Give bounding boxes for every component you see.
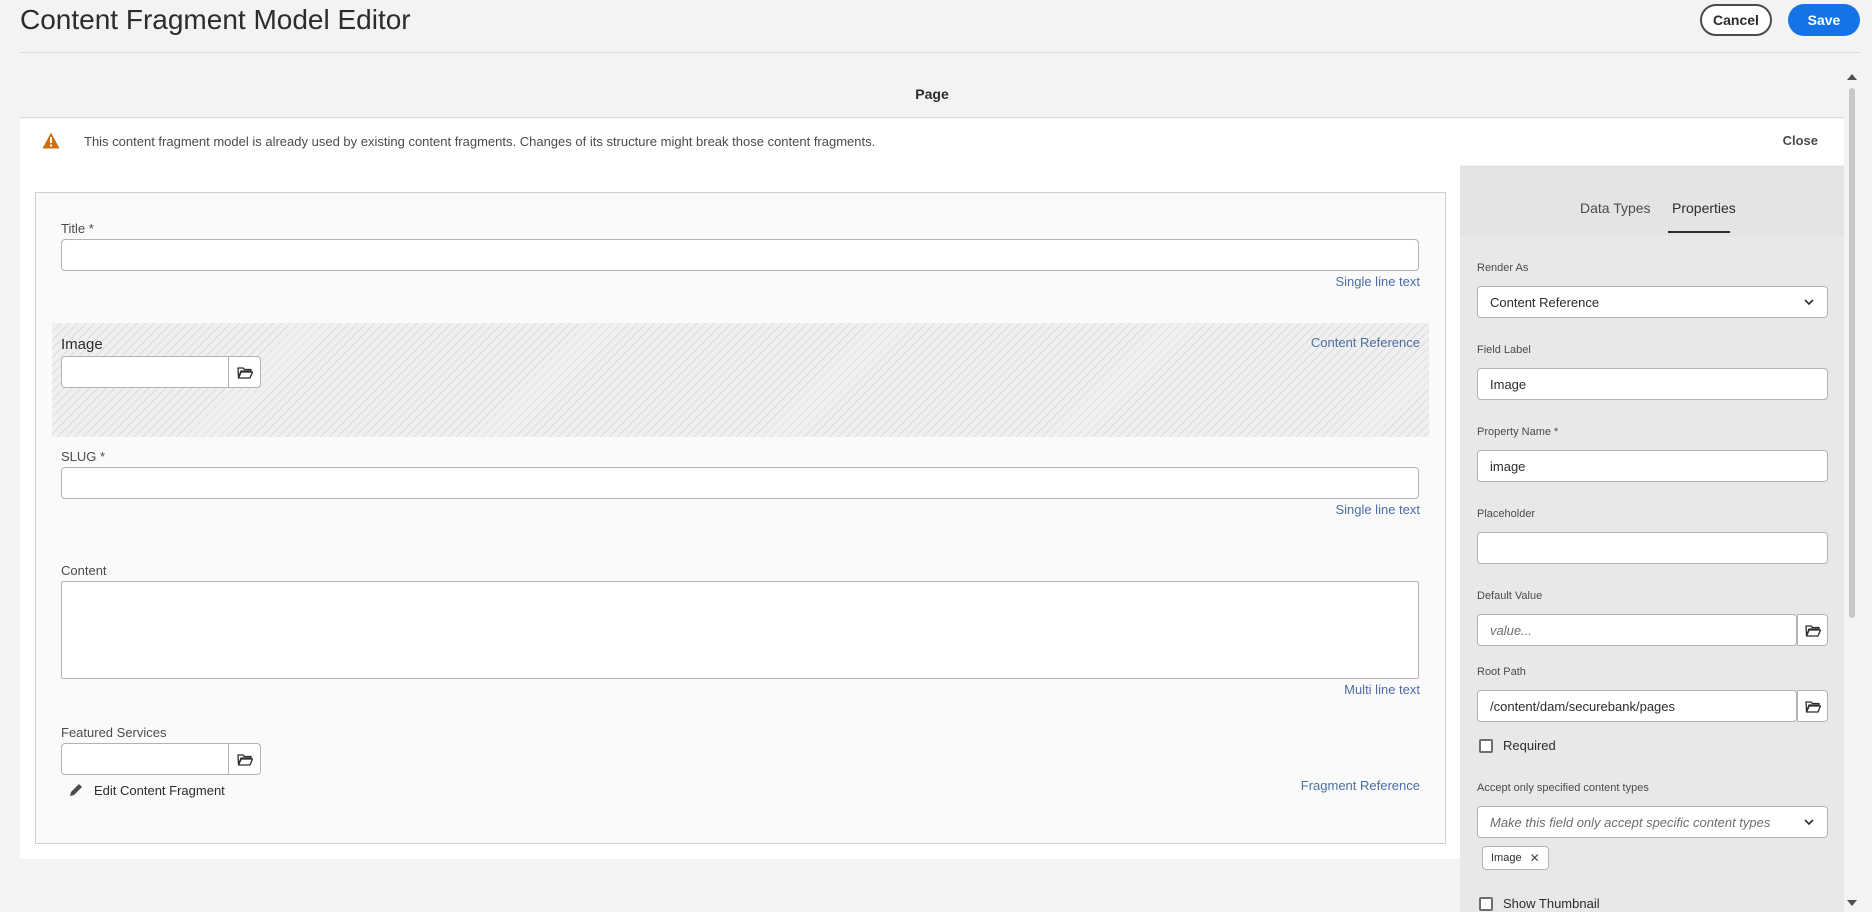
render-as-label: Render As [1477, 262, 1529, 274]
remove-tag-icon[interactable]: ✕ [1530, 851, 1540, 865]
root-path-label: Root Path [1477, 666, 1526, 678]
required-label: Required [1503, 738, 1556, 753]
default-value-input[interactable]: value... [1477, 614, 1797, 646]
slug-field-preview[interactable] [61, 467, 1419, 499]
chevron-down-icon [1804, 819, 1814, 826]
required-checkbox-box[interactable] [1479, 738, 1493, 753]
model-name: Page [915, 86, 949, 102]
scrollbar-thumb[interactable] [1849, 88, 1855, 618]
image-field-label: Image [61, 336, 103, 353]
cancel-button[interactable]: Cancel [1700, 4, 1772, 36]
required-checkbox[interactable]: Required [1479, 738, 1556, 753]
accept-types-label: Accept only specified content types [1477, 782, 1649, 794]
featured-field-label: Featured Services [61, 725, 167, 740]
edit-content-fragment-label: Edit Content Fragment [94, 782, 225, 798]
image-field-preview[interactable] [61, 356, 229, 388]
folder-icon [236, 366, 253, 379]
tab-data-types[interactable]: Data Types [1580, 200, 1651, 216]
panel-tabs-bar [1460, 166, 1844, 236]
page-scrollbar[interactable] [1846, 70, 1858, 912]
show-thumbnail-checkbox-box[interactable] [1479, 896, 1493, 911]
accept-types-placeholder: Make this field only accept specific con… [1490, 814, 1771, 830]
chevron-down-icon [1804, 299, 1814, 306]
header: Content Fragment Model Editor Cancel Sav… [0, 0, 1872, 53]
scroll-down-icon[interactable] [1847, 900, 1857, 906]
content-type-tag: Image ✕ [1482, 846, 1549, 870]
edit-content-fragment-link[interactable]: Edit Content Fragment [68, 782, 225, 798]
field-label-input[interactable]: Image [1477, 368, 1828, 400]
pencil-icon [70, 784, 82, 796]
title-field-label: Title * [61, 221, 94, 236]
show-thumbnail-label: Show Thumbnail [1503, 896, 1600, 911]
header-divider [20, 52, 1860, 53]
image-field-type: Content Reference [1310, 335, 1420, 350]
tab-properties[interactable]: Properties [1672, 200, 1736, 216]
property-name-label: Property Name * [1477, 426, 1559, 438]
default-value-label: Default Value [1477, 590, 1543, 602]
title-field-preview[interactable] [61, 239, 1419, 271]
title-field-type: Single line text [1335, 274, 1420, 289]
accept-types-select[interactable]: Make this field only accept specific con… [1477, 806, 1828, 838]
render-as-select[interactable]: Content Reference [1477, 286, 1828, 318]
content-field-label: Content [61, 563, 107, 578]
property-name-input[interactable]: image [1477, 450, 1828, 482]
alert-close-button[interactable]: Close [1783, 133, 1818, 148]
warning-alert: This content fragment model is already u… [20, 119, 1844, 165]
slug-field-label: SLUG * [61, 449, 106, 464]
content-type-tag-label: Image [1491, 852, 1522, 864]
image-browse-button[interactable] [229, 356, 261, 388]
scroll-up-icon[interactable] [1847, 74, 1857, 80]
warning-icon [42, 132, 60, 149]
render-as-value: Content Reference [1490, 294, 1600, 310]
model-name-bar: Page [20, 62, 1844, 118]
page-title: Content Fragment Model Editor [20, 4, 411, 35]
field-label-label: Field Label [1477, 344, 1531, 356]
featured-field-preview[interactable] [61, 743, 229, 775]
featured-browse-button[interactable] [229, 743, 261, 775]
placeholder-label: Placeholder [1477, 508, 1536, 520]
active-tab-indicator [1668, 231, 1730, 233]
folder-icon [236, 753, 253, 766]
folder-icon [1804, 700, 1821, 713]
featured-field-type: Fragment Reference [1300, 778, 1420, 793]
show-thumbnail-checkbox[interactable]: Show Thumbnail [1479, 896, 1600, 911]
content-field-type: Multi line text [1344, 682, 1420, 697]
default-value-browse-button[interactable] [1797, 614, 1828, 646]
save-button[interactable]: Save [1788, 4, 1860, 36]
folder-icon [1804, 624, 1821, 637]
root-path-browse-button[interactable] [1797, 690, 1828, 722]
alert-message: This content fragment model is already u… [84, 134, 876, 149]
content-field-preview[interactable] [61, 581, 1419, 679]
placeholder-input[interactable] [1477, 532, 1828, 564]
root-path-input[interactable]: /content/dam/securebank/pages [1477, 690, 1797, 722]
slug-field-type: Single line text [1335, 502, 1420, 517]
